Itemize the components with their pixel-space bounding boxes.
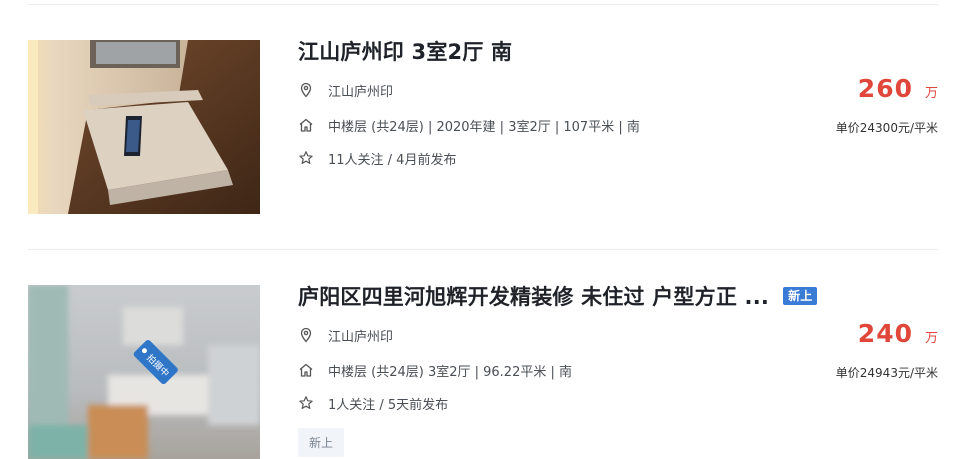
total-price-unit: 万 [924,86,938,101]
star-icon [298,150,314,166]
listing-card[interactable]: 拍摄中 庐阳区四里河旭辉开发精装修 未住过 户型方正 ... 新上 江山庐州印 中… [28,285,938,459]
star-icon [298,395,314,411]
total-price-value: 240 [857,319,913,348]
total-price-unit: 万 [924,331,938,346]
total-price: 260 万 [858,74,938,103]
house-details: 中楼层 (共24层) | 2020年建 | 3室2厅 | 107平米 | 南 [328,119,640,135]
community-row: 江山庐州印 [298,80,393,100]
listing-photo[interactable]: 拍摄中 [28,285,260,459]
follow-row: 1人关注 / 5天前发布 [298,393,448,413]
location-pin-icon [298,82,314,98]
unit-price: 单价24300元/平米 [835,121,938,135]
total-price-value: 260 [857,74,913,103]
house-icon [298,362,314,378]
follow-info: 1人关注 / 5天前发布 [328,397,449,413]
divider-top [28,4,938,5]
listing-title[interactable]: 庐阳区四里河旭辉开发精装修 未住过 户型方正 ... 新上 [298,284,818,310]
listing-title-text[interactable]: 江山庐州印 3室2厅 南 [298,40,512,64]
listing-photo-image [28,40,260,214]
listing-title-text[interactable]: 庐阳区四里河旭辉开发精装修 未住过 户型方正 ... [298,285,769,309]
new-badge: 新上 [783,287,818,305]
listing-tag: 新上 [298,428,345,457]
community-row: 江山庐州印 [298,325,393,345]
total-price: 240 万 [858,319,938,348]
community-link[interactable]: 江山庐州印 [328,326,393,345]
house-icon [298,117,314,133]
listing-photo-image: 拍摄中 [28,285,260,459]
house-details: 中楼层 (共24层) 3室2厅 | 96.22平米 | 南 [328,364,572,380]
follow-info: 11人关注 / 4月前发布 [328,152,457,168]
location-pin-icon [298,327,314,343]
unit-price: 单价24943元/平米 [835,366,938,380]
details-row: 中楼层 (共24层) | 2020年建 | 3室2厅 | 107平米 | 南 [298,115,640,135]
listing-page: 江山庐州印 3室2厅 南 江山庐州印 中楼层 (共24层) | 2020年建 |… [0,0,968,459]
listing-photo[interactable] [28,40,260,214]
divider-middle [28,249,938,250]
listing-title[interactable]: 江山庐州印 3室2厅 南 [298,39,512,65]
follow-row: 11人关注 / 4月前发布 [298,148,456,168]
details-row: 中楼层 (共24层) 3室2厅 | 96.22平米 | 南 [298,360,572,380]
listing-card[interactable]: 江山庐州印 3室2厅 南 江山庐州印 中楼层 (共24层) | 2020年建 |… [28,40,938,220]
community-link[interactable]: 江山庐州印 [328,81,393,100]
